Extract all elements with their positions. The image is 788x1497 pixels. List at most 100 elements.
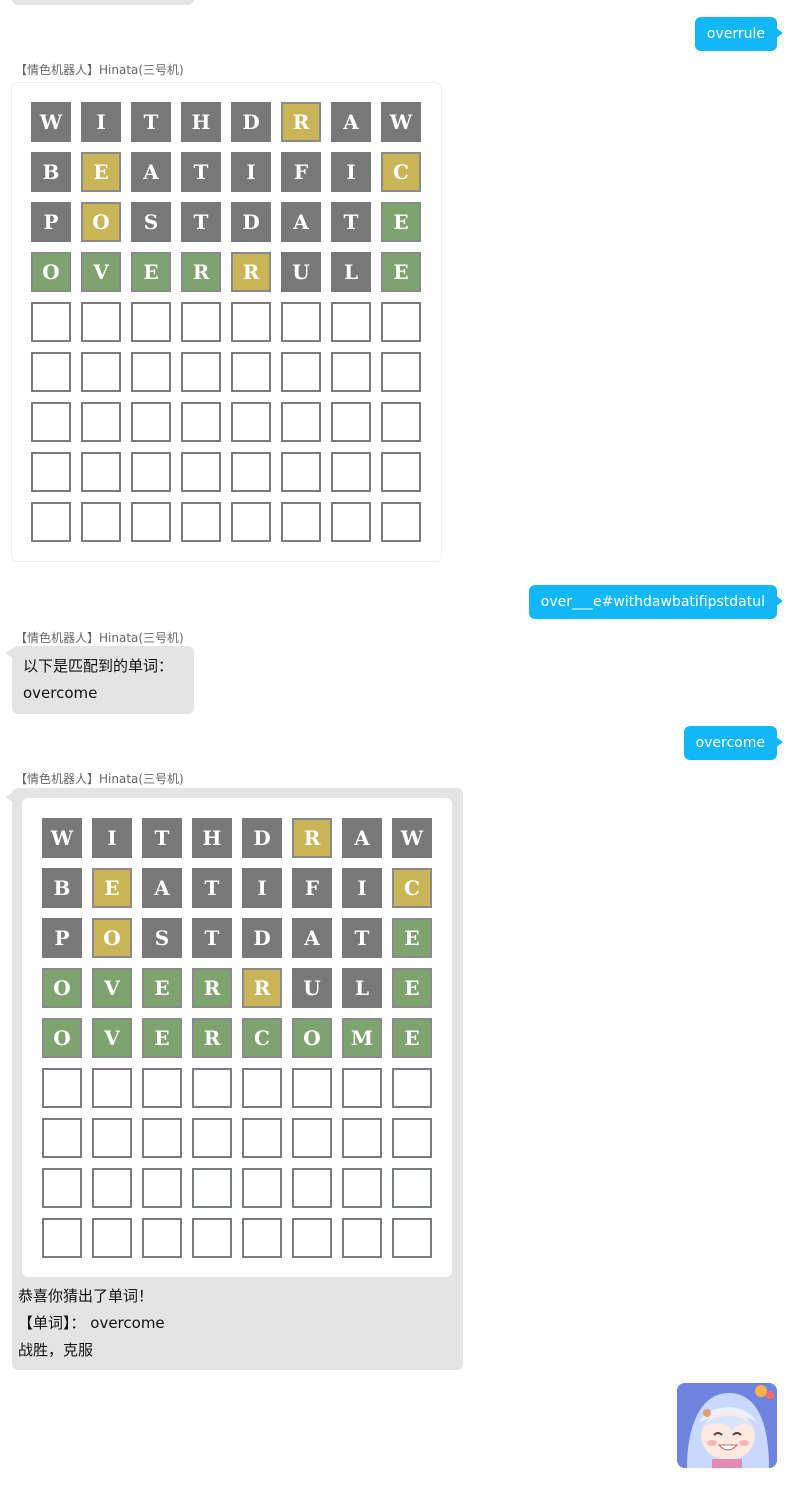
letter-tile: W (42, 818, 82, 858)
empty-tile (92, 1168, 132, 1208)
empty-tile (381, 352, 421, 392)
empty-tile (31, 302, 71, 342)
letter-tile: W (392, 818, 432, 858)
letter-tile: V (92, 968, 132, 1008)
empty-tile (281, 352, 321, 392)
letter-tile: T (192, 868, 232, 908)
letter-tile: T (142, 818, 182, 858)
letter-tile: I (342, 868, 382, 908)
letter-tile: F (281, 152, 321, 192)
letter-tile: I (231, 152, 271, 192)
letter-tile: E (381, 202, 421, 242)
letter-tile: R (231, 252, 271, 292)
empty-tile (342, 1118, 382, 1158)
letter-tile: E (392, 1018, 432, 1058)
empty-tile (81, 302, 121, 342)
letter-tile: A (342, 818, 382, 858)
letter-tile: I (331, 152, 371, 192)
outgoing-message-overcome: overcome (683, 726, 783, 760)
empty-tile (292, 1118, 332, 1158)
wordle-board-image[interactable]: WITHDRAWBEATIFICPOSTDATEOVERRULE (11, 82, 442, 562)
letter-tile: L (331, 252, 371, 292)
sender-name: 【情色机器人】Hinata(三号机) (15, 772, 184, 786)
empty-tile (242, 1068, 282, 1108)
empty-tile (81, 452, 121, 492)
letter-tile: O (81, 202, 121, 242)
empty-tile (281, 502, 321, 542)
empty-tile (81, 402, 121, 442)
empty-tile (381, 302, 421, 342)
empty-tile (92, 1068, 132, 1108)
empty-tile (342, 1168, 382, 1208)
letter-tile: V (92, 1018, 132, 1058)
sender-name: 【情色机器人】Hinata(三号机) (15, 63, 184, 77)
bubble-tail (775, 736, 783, 748)
letter-tile: R (292, 818, 332, 858)
letter-tile: U (292, 968, 332, 1008)
letter-tile: E (81, 152, 121, 192)
bubble-tail (775, 595, 783, 607)
message-line: 【单词】： overcome (18, 1314, 165, 1332)
letter-tile: A (292, 918, 332, 958)
letter-tile: V (81, 252, 121, 292)
empty-tile (392, 1118, 432, 1158)
letter-tile: S (131, 202, 171, 242)
empty-tile (42, 1118, 82, 1158)
letter-tile: O (42, 1018, 82, 1058)
letter-tile: T (331, 202, 371, 242)
letter-tile: B (31, 152, 71, 192)
empty-tile (242, 1218, 282, 1258)
empty-tile (292, 1168, 332, 1208)
letter-tile: T (181, 152, 221, 192)
letter-tile: E (131, 252, 171, 292)
empty-tile (192, 1068, 232, 1108)
letter-tile: F (292, 868, 332, 908)
empty-tile (131, 402, 171, 442)
letter-tile: A (131, 152, 171, 192)
anime-avatar-icon (677, 1383, 777, 1468)
wordle-board-image[interactable]: WITHDRAWBEATIFICPOSTDATEOVERRULEOVERCOME (22, 798, 452, 1277)
letter-tile: H (192, 818, 232, 858)
letter-tile: R (192, 1018, 232, 1058)
empty-tile (181, 502, 221, 542)
wordle-grid: WITHDRAWBEATIFICPOSTDATEOVERRULEOVERCOME (42, 818, 432, 1258)
letter-tile: O (31, 252, 71, 292)
sender-name: 【情色机器人】Hinata(三号机) (15, 631, 184, 645)
letter-tile: C (381, 152, 421, 192)
empty-tile (181, 352, 221, 392)
empty-tile (181, 302, 221, 342)
letter-tile: S (142, 918, 182, 958)
message-text: overcome (695, 735, 765, 751)
empty-tile (192, 1168, 232, 1208)
letter-tile: O (292, 1018, 332, 1058)
empty-tile (131, 352, 171, 392)
letter-tile: C (242, 1018, 282, 1058)
letter-tile: B (42, 868, 82, 908)
empty-tile (381, 402, 421, 442)
outgoing-message-overrule: overrule (694, 17, 783, 51)
letter-tile: D (231, 202, 271, 242)
previous-message-fragment (12, 0, 194, 5)
empty-tile (331, 452, 371, 492)
letter-tile: E (392, 918, 432, 958)
empty-tile (92, 1118, 132, 1158)
empty-tile (392, 1218, 432, 1258)
empty-tile (342, 1218, 382, 1258)
empty-tile (192, 1218, 232, 1258)
empty-tile (181, 452, 221, 492)
empty-tile (42, 1068, 82, 1108)
empty-tile (181, 402, 221, 442)
empty-tile (31, 502, 71, 542)
empty-tile (142, 1118, 182, 1158)
user-avatar[interactable] (677, 1383, 777, 1468)
letter-tile: O (42, 968, 82, 1008)
bubble-tail (775, 27, 783, 39)
letter-tile: R (281, 102, 321, 142)
letter-tile: I (81, 102, 121, 142)
letter-tile: P (31, 202, 71, 242)
empty-tile (92, 1218, 132, 1258)
letter-tile: W (31, 102, 71, 142)
empty-tile (342, 1068, 382, 1108)
empty-tile (331, 352, 371, 392)
letter-tile: D (231, 102, 271, 142)
